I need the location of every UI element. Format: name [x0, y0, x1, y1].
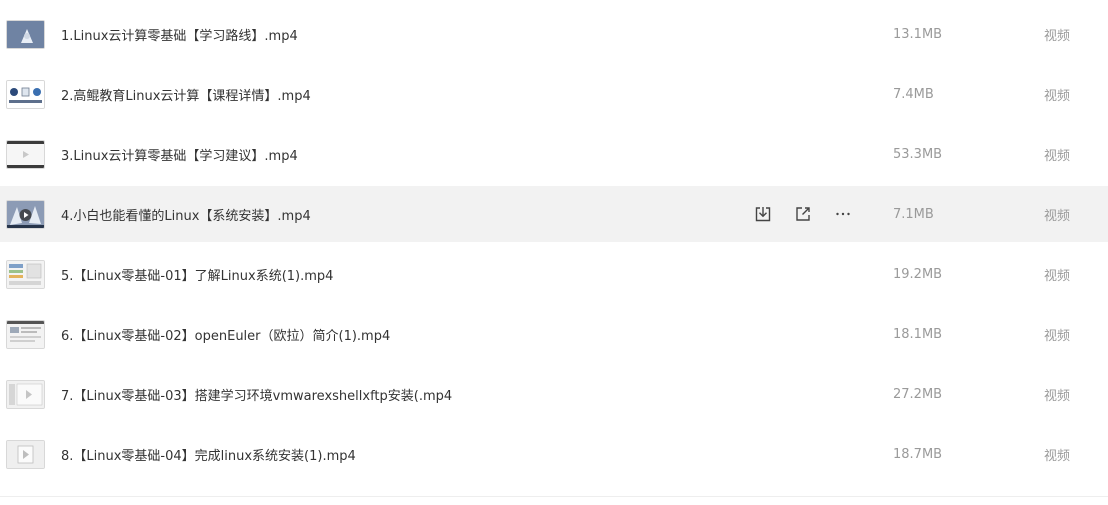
file-row-1[interactable]: 1.Linux云计算零基础【学习路线】.mp4 13.1MB 视频 [0, 6, 1108, 62]
file-type: 视频 [1044, 88, 1071, 104]
file-row-6[interactable]: 6.【Linux零基础-02】openEuler（欧拉）简介(1).mp4 18… [0, 306, 1108, 362]
file-row-4[interactable]: 4.小白也能看懂的Linux【系统安装】.mp4 7.1MB 视频 [0, 186, 1108, 242]
file-size: 27.2MB [893, 386, 943, 402]
file-type: 视频 [1044, 328, 1071, 344]
file-name: 8.【Linux零基础-04】完成linux系统安装(1).mp4 [61, 448, 356, 464]
file-type: 视频 [1044, 208, 1071, 224]
file-row-2[interactable]: 2.高鲲教育Linux云计算【课程详情】.mp4 7.4MB 视频 [0, 66, 1108, 122]
file-size: 53.3MB [893, 146, 943, 162]
file-name: 5.【Linux零基础-01】了解Linux系统(1).mp4 [61, 268, 334, 284]
file-type: 视频 [1044, 388, 1071, 404]
list-divider [0, 496, 1108, 497]
file-size: 18.1MB [893, 326, 943, 342]
download-icon[interactable] [753, 204, 773, 224]
video-thumbnail-icon [6, 379, 45, 409]
file-row-5[interactable]: 5.【Linux零基础-01】了解Linux系统(1).mp4 19.2MB 视… [0, 246, 1108, 302]
share-icon[interactable] [793, 204, 813, 224]
file-type: 视频 [1044, 28, 1071, 44]
file-list: 1.Linux云计算零基础【学习路线】.mp4 13.1MB 视频 2.高鲲教育… [0, 0, 1108, 505]
video-thumbnail-icon [6, 139, 45, 169]
row-actions [753, 204, 873, 224]
file-size: 18.7MB [893, 446, 943, 462]
file-size: 19.2MB [893, 266, 943, 282]
file-name: 6.【Linux零基础-02】openEuler（欧拉）简介(1).mp4 [61, 328, 391, 344]
video-thumbnail-icon [6, 199, 45, 229]
file-row-7[interactable]: 7.【Linux零基础-03】搭建学习环境vmwarexshellxftp安装(… [0, 366, 1108, 422]
file-name: 4.小白也能看懂的Linux【系统安装】.mp4 [61, 208, 311, 224]
video-thumbnail-icon [6, 319, 45, 349]
file-size: 7.1MB [893, 206, 934, 222]
video-thumbnail-icon [6, 259, 45, 289]
file-type: 视频 [1044, 268, 1071, 284]
file-name: 3.Linux云计算零基础【学习建议】.mp4 [61, 148, 298, 164]
file-type: 视频 [1044, 448, 1071, 464]
file-row-8[interactable]: 8.【Linux零基础-04】完成linux系统安装(1).mp4 18.7MB… [0, 426, 1108, 482]
file-name: 7.【Linux零基础-03】搭建学习环境vmwarexshellxftp安装(… [61, 388, 453, 404]
file-name: 2.高鲲教育Linux云计算【课程详情】.mp4 [61, 88, 311, 104]
video-thumbnail-icon [6, 19, 45, 49]
file-size: 13.1MB [893, 26, 943, 42]
video-thumbnail-icon [6, 79, 45, 109]
video-thumbnail-icon [6, 439, 45, 469]
more-icon[interactable] [833, 204, 853, 224]
file-name: 1.Linux云计算零基础【学习路线】.mp4 [61, 28, 298, 44]
file-row-3[interactable]: 3.Linux云计算零基础【学习建议】.mp4 53.3MB 视频 [0, 126, 1108, 182]
file-type: 视频 [1044, 148, 1071, 164]
file-size: 7.4MB [893, 86, 934, 102]
